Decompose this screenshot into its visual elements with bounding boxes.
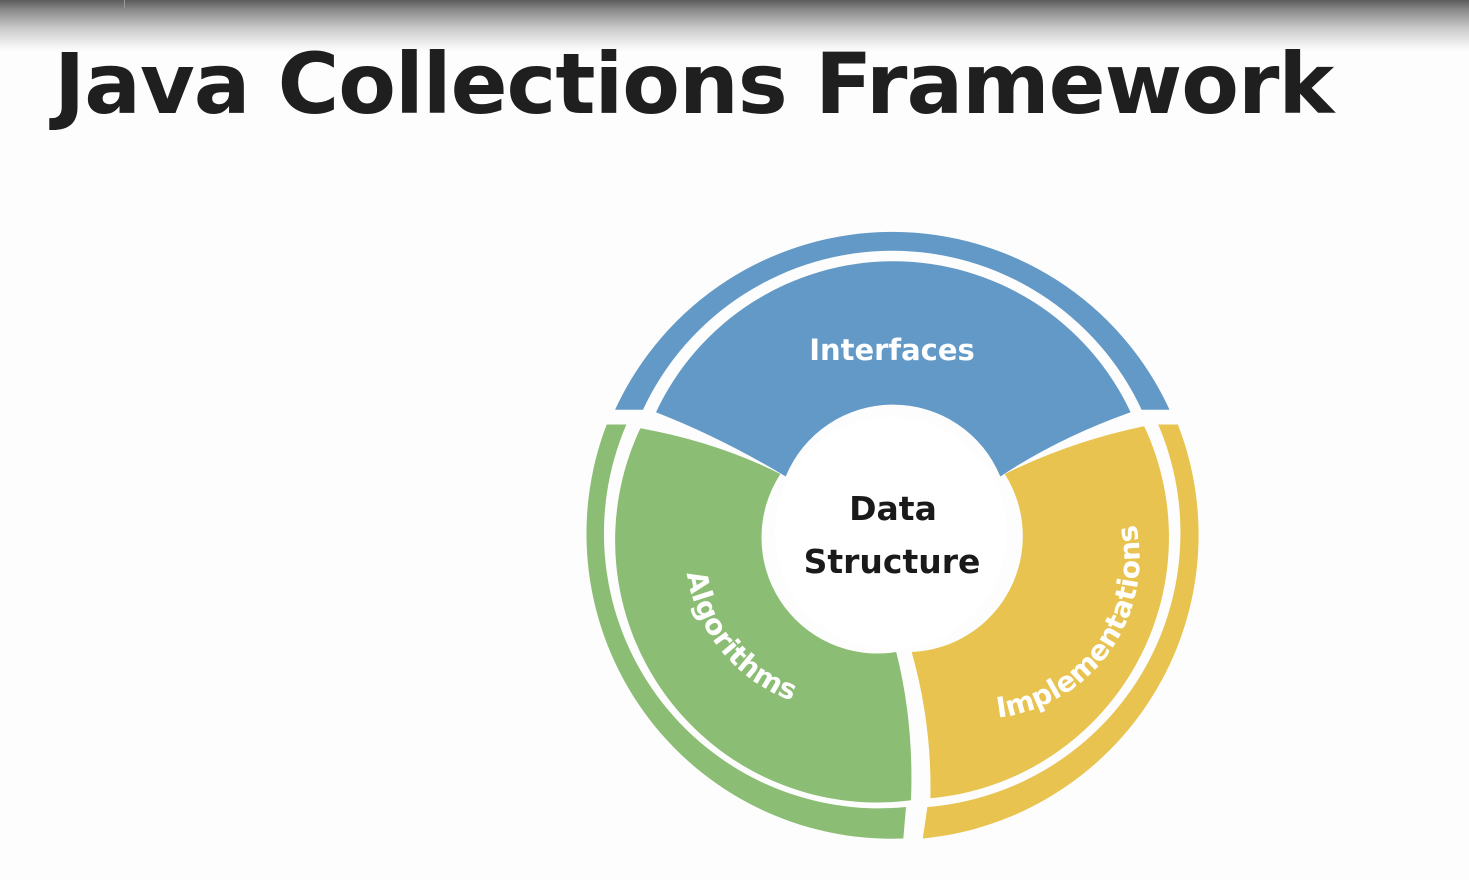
- interfaces-label: Interfaces: [809, 333, 975, 367]
- slide: Java Collections Framework Interfaces Im…: [0, 0, 1469, 880]
- center-label-line2: Structure: [804, 542, 981, 581]
- data-structure-hub: [775, 417, 1007, 649]
- collections-cycle-diagram: Interfaces Implementations Algorithms Da…: [586, 231, 1199, 839]
- center-label-line1: Data: [849, 489, 937, 528]
